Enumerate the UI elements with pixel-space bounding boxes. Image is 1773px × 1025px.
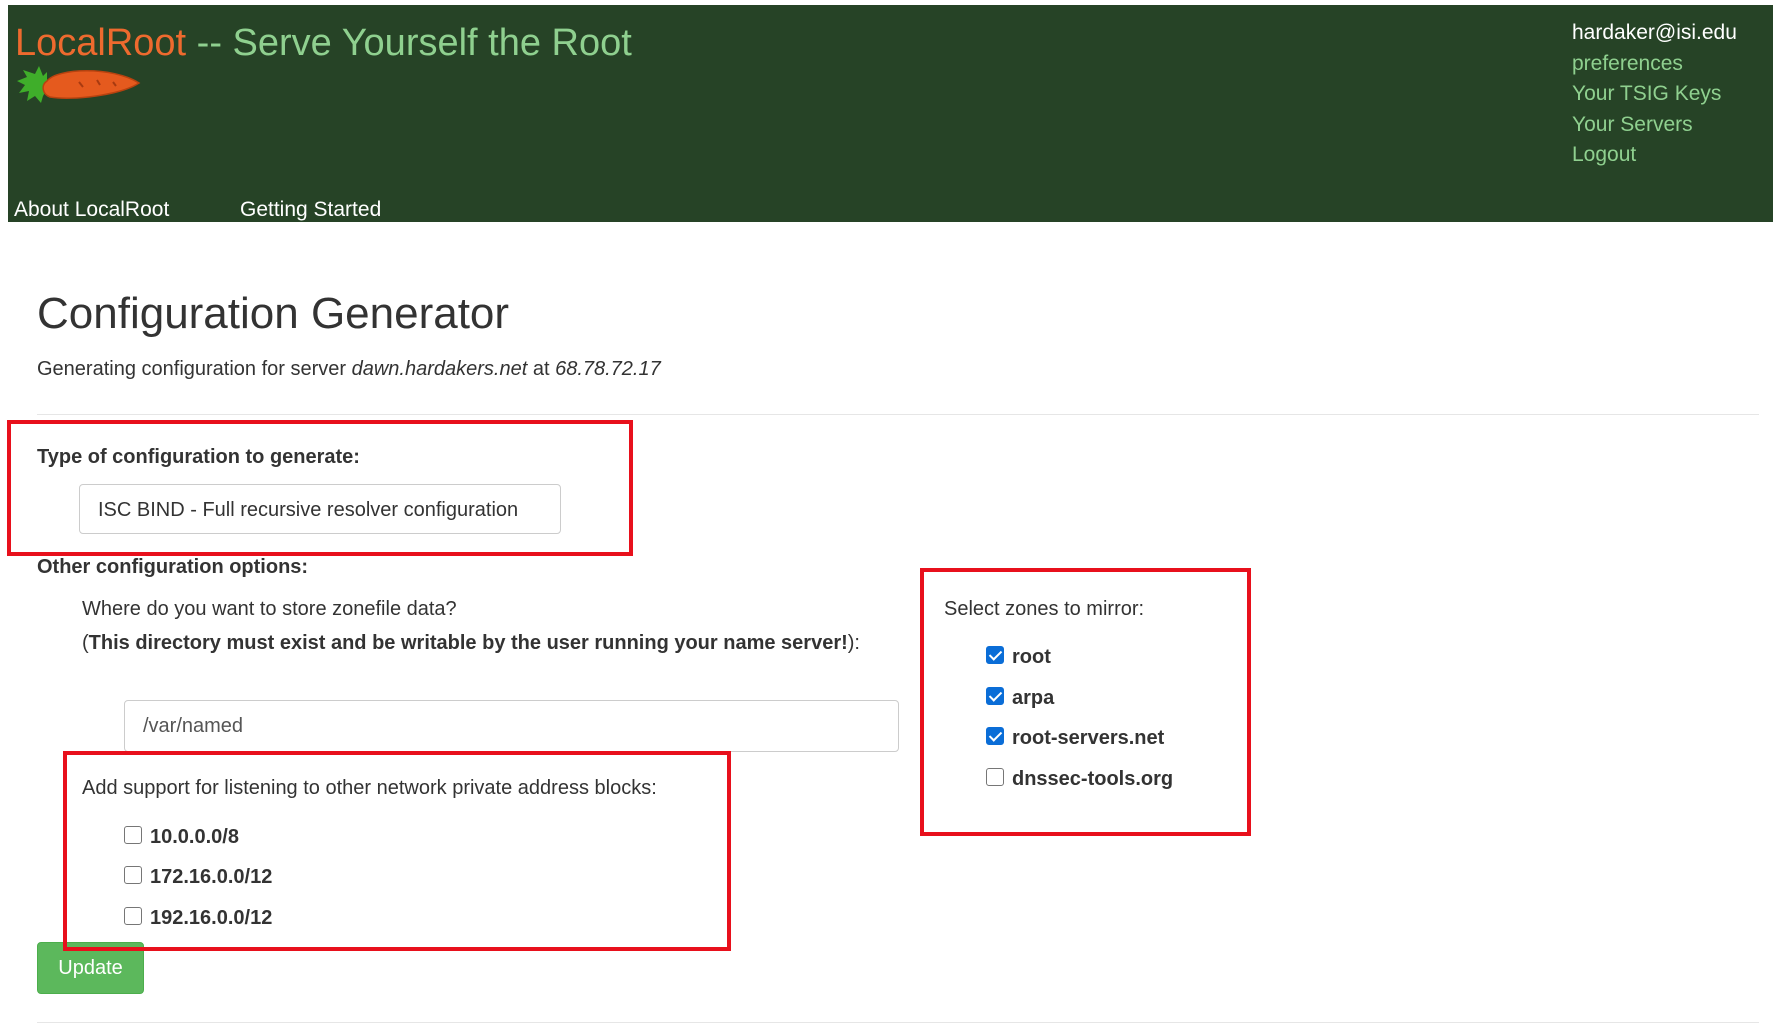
config-type-label: Type of configuration to generate: (37, 446, 360, 468)
block-10-checkbox[interactable] (124, 826, 142, 844)
subtitle-prefix: Generating configuration for server (37, 358, 352, 380)
config-type-select[interactable]: ISC BIND - Full recursive resolver confi… (79, 484, 561, 534)
bottom-divider (37, 1022, 1759, 1023)
site-brand[interactable]: LocalRoot -- Serve Yourself the Root (15, 19, 632, 67)
block-172-checkbox[interactable] (124, 866, 142, 884)
subtitle-at: at (527, 358, 556, 380)
zone-root-label: root (1012, 646, 1051, 668)
brand-name[interactable]: LocalRoot (15, 22, 186, 64)
update-button[interactable]: Update (37, 942, 144, 994)
page-title: Configuration Generator (37, 289, 510, 338)
other-options-label: Other configuration options: (37, 556, 309, 578)
carrot-logo-icon (17, 66, 141, 103)
block-10-label: 10.0.0.0/8 (150, 826, 239, 848)
zone-root-checkbox[interactable] (986, 646, 1004, 664)
zone-dir-note: (This directory must exist and be writab… (82, 632, 860, 654)
zone-root-servers-label: root-servers.net (1012, 727, 1165, 749)
zone-dir-question: Where do you want to store zonefile data… (82, 598, 457, 620)
zone-root-servers-checkbox[interactable] (986, 727, 1004, 745)
divider (37, 414, 1759, 415)
block-192-checkbox[interactable] (124, 907, 142, 925)
preferences-link[interactable]: preferences (1572, 49, 1737, 80)
zone-arpa-checkbox[interactable] (986, 687, 1004, 705)
servers-link[interactable]: Your Servers (1572, 110, 1737, 141)
zone-arpa-label: arpa (1012, 687, 1055, 709)
nav-getting-started[interactable]: Getting Started (240, 198, 381, 222)
user-menu: hardaker@isi.edu preferences Your TSIG K… (1572, 18, 1737, 171)
logout-link[interactable]: Logout (1572, 140, 1737, 171)
zones-label: Select zones to mirror: (944, 598, 1145, 620)
server-ip: 68.78.72.17 (555, 358, 661, 380)
block-192-label: 192.16.0.0/12 (150, 907, 273, 929)
tsig-keys-link[interactable]: Your TSIG Keys (1572, 79, 1737, 110)
zone-dir-input[interactable] (124, 700, 899, 752)
zone-dnssec-tools-label: dnssec-tools.org (1012, 768, 1174, 790)
site-header: LocalRoot -- Serve Yourself the Root har… (8, 5, 1773, 222)
zone-dnssec-tools-checkbox[interactable] (986, 768, 1004, 786)
server-name: dawn.hardakers.net (351, 358, 528, 380)
private-blocks-label: Add support for listening to other netwo… (82, 777, 657, 799)
user-email: hardaker@isi.edu (1572, 21, 1737, 44)
block-172-label: 172.16.0.0/12 (150, 866, 273, 888)
nav-about[interactable]: About LocalRoot (14, 198, 169, 222)
brand-tagline: -- Serve Yourself the Root (186, 22, 632, 64)
zone-dir-warning: This directory must exist and be writabl… (88, 632, 848, 654)
server-subtitle: Generating configuration for server dawn… (37, 356, 661, 382)
